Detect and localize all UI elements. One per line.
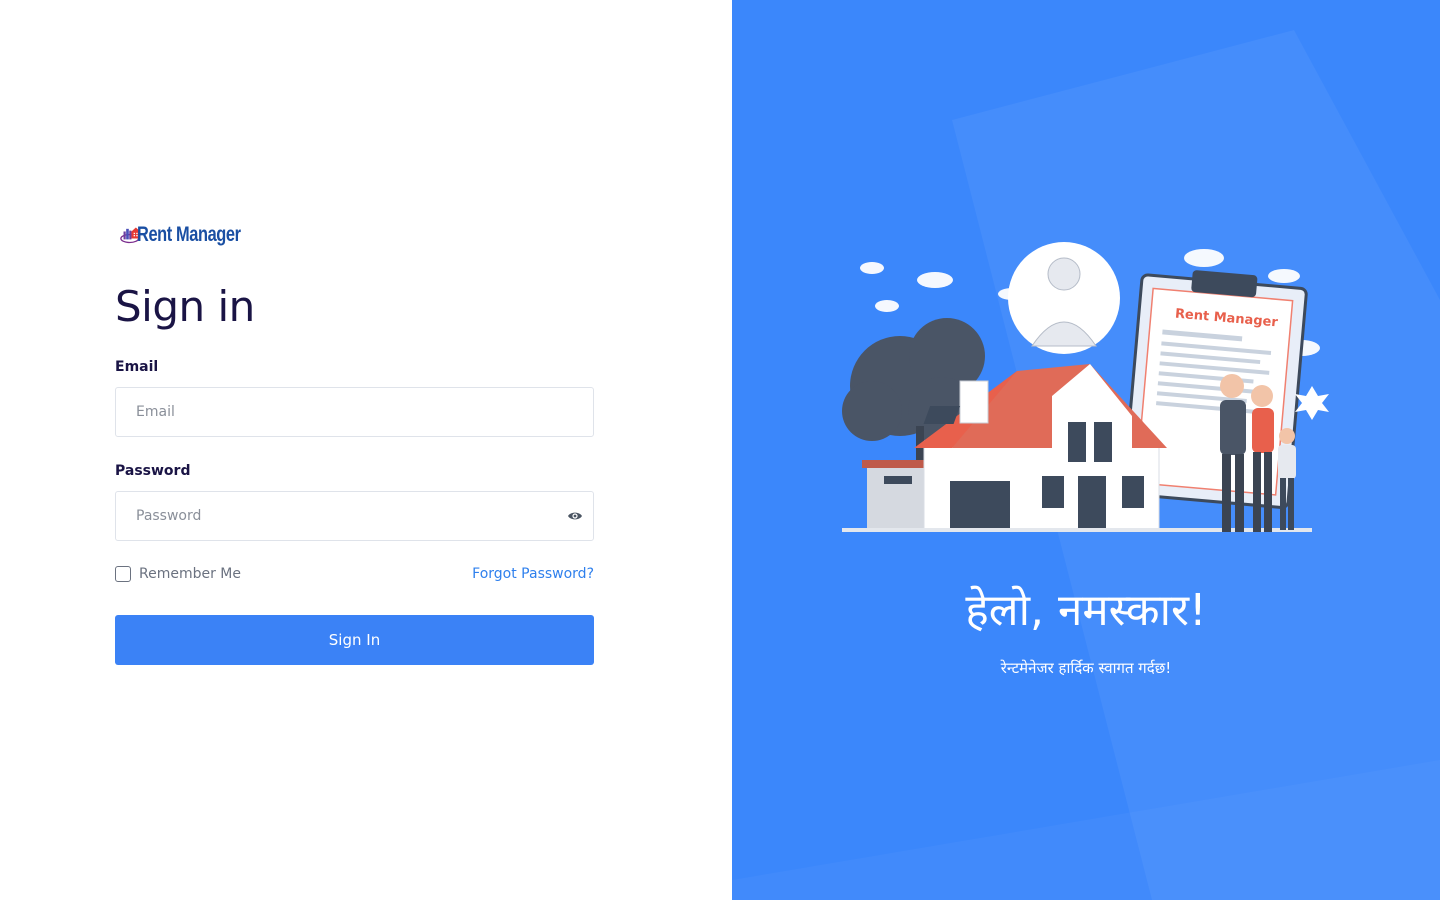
hero-subtitle: रेन्टमेनेजर हार्दिक स्वागत गर्दछ! bbox=[1000, 659, 1172, 677]
email-field-wrapper bbox=[115, 387, 594, 437]
remember-me-label: Remember Me bbox=[139, 566, 241, 582]
sign-in-button[interactable]: Sign In bbox=[115, 615, 594, 665]
login-panel: Rent Manager Sign in Email Password Reme… bbox=[0, 0, 732, 900]
email-label: Email bbox=[115, 359, 159, 375]
remember-me-checkbox[interactable] bbox=[115, 566, 131, 582]
email-field[interactable] bbox=[116, 388, 536, 436]
password-field[interactable] bbox=[116, 492, 536, 540]
eye-icon[interactable] bbox=[567, 508, 583, 524]
page-title: Sign in bbox=[115, 282, 255, 331]
password-label: Password bbox=[115, 463, 191, 479]
forgot-password-link[interactable]: Forgot Password? bbox=[472, 566, 594, 582]
house-family-illustration: Rent Manager bbox=[842, 242, 1329, 532]
brand-logo[interactable]: Rent Manager bbox=[120, 212, 270, 258]
hero-greeting: हेलो, नमस्कार! bbox=[965, 585, 1207, 636]
password-field-wrapper bbox=[115, 491, 594, 541]
hero-panel: Rent Manager हेलो, नमस्कार! रेन्टमेनेजर … bbox=[732, 0, 1440, 900]
remember-me-control[interactable]: Remember Me bbox=[115, 566, 241, 582]
brand-name: Rent Manager bbox=[137, 223, 241, 246]
